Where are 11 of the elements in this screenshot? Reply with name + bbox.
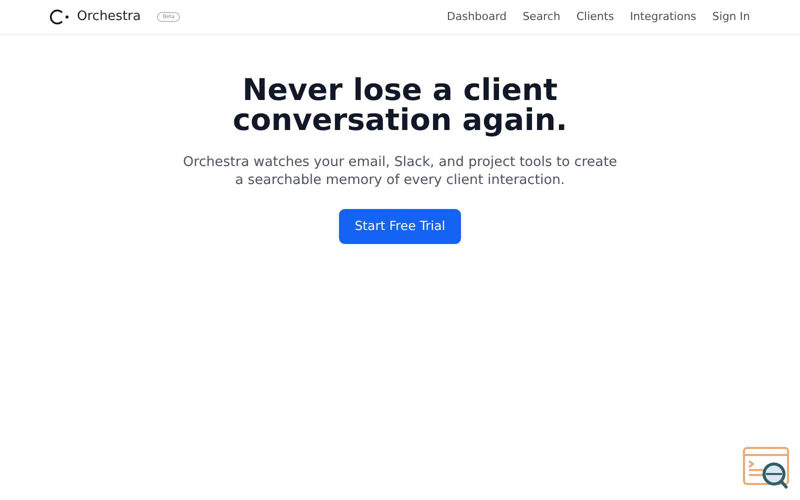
search-window-icon[interactable] — [742, 446, 792, 490]
nav-link[interactable]: Integrations — [630, 8, 696, 26]
nav-link[interactable]: Sign In — [712, 8, 750, 26]
nav-link[interactable]: Dashboard — [446, 8, 507, 26]
hero-title: Never lose a client conversation again. — [232, 76, 568, 136]
brand-name[interactable]: Orchestra — [77, 7, 141, 27]
nav-link[interactable]: Clients — [576, 8, 614, 26]
nav-link[interactable]: Search — [522, 8, 560, 26]
logo-icon — [50, 9, 69, 25]
hero-subtitle: Orchestra watches your email, Slack, and project tools to create a searchable memory of every client interaction. — [182, 154, 618, 190]
start-trial-button[interactable]: Start Free Trial — [338, 209, 462, 244]
